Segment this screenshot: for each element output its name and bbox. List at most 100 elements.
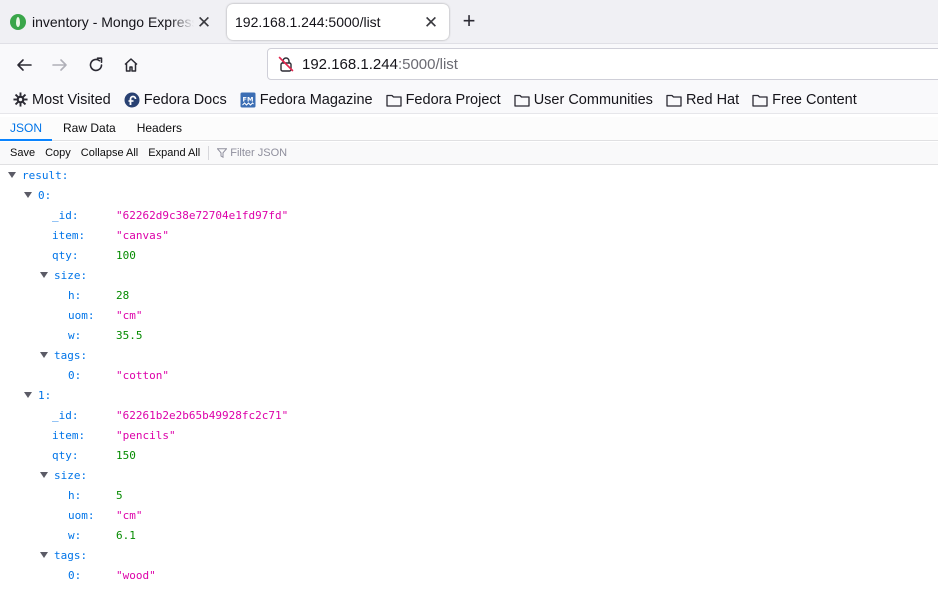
tree-value: 35.5 [116,329,143,342]
expand-toggle-icon[interactable] [40,552,48,558]
tree-value: 100 [116,249,136,262]
reload-button[interactable] [83,52,109,78]
tree-key: 0: [38,189,52,202]
collapse-all-button[interactable]: Collapse All [77,147,142,159]
expand-toggle-icon[interactable] [40,352,48,358]
expand-toggle-icon[interactable] [24,192,32,198]
bookmark-label: Red Hat [685,91,740,108]
bookmark-fedora-docs[interactable]: Fedora Docs [124,92,227,108]
folder-icon [385,92,402,108]
tree-key: w: [68,529,82,542]
folder-icon [514,92,530,108]
tree-row: item: "canvas" [52,226,352,246]
expand-all-button[interactable]: Expand All [144,147,204,159]
svg-text:FM: FM [242,95,253,103]
bookmark-label: Most Visited [32,91,111,108]
insecure-lock-icon[interactable] [276,54,296,74]
tree-key: qty: [52,449,79,462]
navigation-bar: 192.168.1.244:5000/list [0,44,938,86]
fedora-magazine-icon: FM [240,92,256,108]
tree-row: uom: "cm" [68,306,368,326]
tree-key: w: [68,329,82,342]
tree-value: 5 [116,489,123,502]
tree-key: _id: [52,209,79,222]
bookmark-label: Fedora Project [405,91,501,108]
tab-list[interactable]: 192.168.1.244:5000/list ✕ [227,4,449,40]
tree-key: _id: [52,409,79,422]
tree-row-size[interactable]: size: [40,266,87,286]
tree-key: result: [22,169,69,182]
tree-value: "wood" [116,569,156,582]
tree-row-tags[interactable]: tags: [40,546,87,566]
bookmark-label: Fedora Magazine [259,91,373,108]
tab-json[interactable]: JSON [0,117,53,141]
tree-key: qty: [52,249,79,262]
tree-row-result[interactable]: result: [8,166,68,186]
reload-icon [89,57,103,72]
home-button[interactable] [118,52,144,78]
bookmark-label: Free Content [772,91,857,108]
tree-value: 150 [116,449,136,462]
url-path: :5000/list [397,55,458,73]
tree-row: qty: 100 [52,246,352,266]
tab-mongo-express[interactable]: inventory - Mongo Express ✕ [4,4,222,40]
tree-row: uom: "cm" [68,506,368,526]
back-button[interactable] [11,52,37,78]
tree-key: h: [68,489,82,502]
bookmark-folder-red-hat[interactable]: Red Hat [666,92,739,108]
tree-value: "pencils" [116,429,176,442]
bookmarks-toolbar: Most Visited Fedora Docs FM Fedora Magaz… [0,86,938,114]
tree-key: uom: [68,509,95,522]
tree-key: 0: [68,569,82,582]
tree-key: tags: [54,549,88,562]
url-text: 192.168.1.244:5000/list [302,56,458,73]
close-tab-icon[interactable]: ✕ [196,14,212,31]
filter-json-input[interactable]: Filter JSON [217,147,287,159]
tree-row: 0: "cotton" [68,366,368,386]
bookmark-most-visited[interactable]: Most Visited [12,92,111,108]
tree-row-size[interactable]: size: [40,466,87,486]
filter-placeholder: Filter JSON [230,147,288,159]
folder-icon [666,92,682,108]
filter-icon [217,148,228,158]
json-toolbar: Save Copy Collapse All Expand All Filter… [0,142,938,165]
expand-toggle-icon[interactable] [40,272,48,278]
home-icon [124,58,138,72]
tree-row-item-1[interactable]: 1: [24,386,51,406]
tree-value: "62262d9c38e72704e1fd97fd" [116,209,289,222]
bookmark-folder-free-content[interactable]: Free Content [752,92,857,108]
tree-key: uom: [68,309,95,322]
tab-headers[interactable]: Headers [127,117,192,141]
tree-key: size: [54,269,88,282]
expand-toggle-icon[interactable] [40,472,48,478]
tree-key: 0: [68,369,82,382]
tree-row: h: 28 [68,286,368,306]
folder-icon [752,92,768,108]
expand-toggle-icon[interactable] [24,392,32,398]
tree-key: h: [68,289,82,302]
back-arrow-icon [17,59,32,71]
tree-value: "cm" [116,509,143,522]
tree-row-item-0[interactable]: 0: [24,186,51,206]
tree-key: tags: [54,349,88,362]
expand-toggle-icon[interactable] [8,172,16,178]
address-bar[interactable]: 192.168.1.244:5000/list [267,48,938,80]
toolbar-divider [208,146,210,160]
tab-strip: inventory - Mongo Express ✕ 192.168.1.24… [0,0,938,44]
tab-title: inventory - Mongo Express [32,14,194,30]
tab-title: 192.168.1.244:5000/list [235,14,381,30]
tree-row-tags[interactable]: tags: [40,346,87,366]
copy-button[interactable]: Copy [41,147,75,159]
tree-value: "cotton" [116,369,169,382]
bookmark-folder-user-communities[interactable]: User Communities [514,92,653,108]
save-button[interactable]: Save [6,147,39,159]
bookmark-fedora-magazine[interactable]: FM Fedora Magazine [240,92,373,108]
tree-row: qty: 150 [52,446,352,466]
close-tab-icon[interactable]: ✕ [423,14,439,31]
bookmark-folder-fedora-project[interactable]: Fedora Project [385,91,501,108]
tab-raw-data[interactable]: Raw Data [52,117,127,141]
new-tab-button[interactable]: + [458,10,480,32]
tree-value: "canvas" [116,229,169,242]
forward-button[interactable] [47,52,73,78]
tree-row: h: 5 [68,486,368,506]
